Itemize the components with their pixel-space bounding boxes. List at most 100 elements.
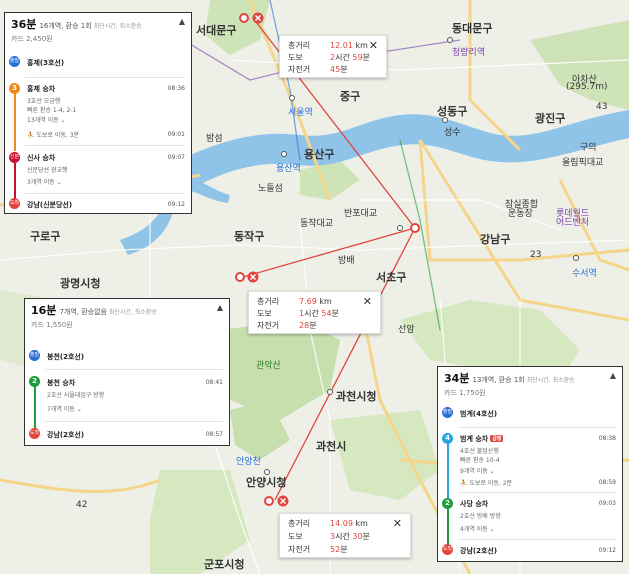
destination-pin-icon: 도착 xyxy=(29,428,40,439)
map-label-yongsanyeok[interactable]: 용산역 xyxy=(276,161,301,174)
map-label-olympic[interactable]: 올림픽대교 xyxy=(562,155,603,168)
map-label-hannam[interactable]: 동작대교 xyxy=(300,216,333,229)
caret-up-icon[interactable]: ▲ xyxy=(217,303,223,312)
walk-label: 도보 xyxy=(288,53,303,62)
caret-up-icon[interactable]: ▲ xyxy=(610,371,616,380)
walk-minutes: 30 xyxy=(352,532,363,541)
bike-value: 28 xyxy=(299,321,310,330)
destination-station: 강남(2호선) xyxy=(460,547,498,555)
distance-label: 총거리 xyxy=(257,297,280,306)
walk-hours-unit: 시간 xyxy=(335,53,353,62)
boarding-time: 08:36 xyxy=(167,85,185,92)
map-label-cheongnyangni[interactable]: 청량리역 xyxy=(452,45,485,58)
distance-popup: 총거리 7.69 km 도보 1시간 54분 자전거 28분 ✕ xyxy=(248,291,381,334)
arrival-time: 08:57 xyxy=(205,431,223,438)
map-label-seoyeon[interactable]: 선암 xyxy=(398,322,415,335)
distance-unit: km xyxy=(352,41,368,50)
map-label-yongsangu[interactable]: 용산구 xyxy=(304,146,334,162)
map-label-gwanaksan[interactable]: 관악산 xyxy=(256,358,281,371)
map-label-n43[interactable]: 43 xyxy=(596,102,607,112)
route-panel-bongcheon: 16분 7개역, 환승없음 최단시간, 최소환승 카드 1,550원 ▲ 출발 봉천… xyxy=(24,298,230,446)
walk-time: 08:59 xyxy=(598,479,616,486)
walk-hours-unit: 시간 xyxy=(335,532,353,541)
walk-minutes: 54 xyxy=(321,309,332,318)
direction: 3호선 오금행 xyxy=(27,98,61,105)
boarding-time: 08:38 xyxy=(598,435,616,442)
map-label-guui[interactable]: 구의 xyxy=(580,140,597,153)
boarding-station: 범계 승차 급행 xyxy=(460,435,504,443)
walk-transfer: ⛹ 도보로 이동, 3분 xyxy=(27,132,80,139)
start-station: 홍제(3호선) xyxy=(27,59,65,67)
stop-count-toggle[interactable]: 13개역 이동 ⌄ xyxy=(27,115,66,124)
close-icon[interactable]: ✕ xyxy=(363,295,372,308)
map-label-gwacheon[interactable]: 과천시청 xyxy=(336,388,376,404)
close-icon[interactable]: ✕ xyxy=(369,39,378,52)
route-duration: 16분 xyxy=(31,304,57,317)
map-label-dongdaemun[interactable]: 동대문구 xyxy=(452,20,492,36)
map-label-seochogu[interactable]: 서초구 xyxy=(376,269,406,285)
route-duration: 36분 xyxy=(11,18,37,31)
express-badge: 급행 xyxy=(490,435,504,442)
start-pin-icon: 출발 xyxy=(442,407,453,418)
distance-value: 7.69 xyxy=(299,297,317,306)
map-label-guro[interactable]: 구로구 xyxy=(30,228,60,244)
map-label-bangbae[interactable]: 방배 xyxy=(338,253,355,266)
destination-pin-icon: 도착 xyxy=(442,544,453,555)
distance-value: 14.09 xyxy=(330,519,353,528)
map-label-gwacheonsi[interactable]: 과천시 xyxy=(316,438,346,454)
map-label-gwangjingu[interactable]: 광진구 xyxy=(535,110,565,126)
map-label-seongdonggu[interactable]: 성동구 xyxy=(437,103,467,119)
map-label-seodaemun[interactable]: 서대문구 xyxy=(196,22,236,38)
map-label-dongjakgu[interactable]: 동작구 xyxy=(234,228,264,244)
map-label-achasan_h[interactable]: (295.7m) xyxy=(566,82,608,92)
map-label-seongsu[interactable]: 성수 xyxy=(444,125,461,138)
map-label-n23[interactable]: 23 xyxy=(530,250,541,260)
route-summary: 13개역, 환승 1회 xyxy=(472,376,525,384)
map-label-banpo[interactable]: 반포대교 xyxy=(344,206,377,219)
map-label-junggu[interactable]: 중구 xyxy=(340,88,360,104)
map-label-jamsilstadium2[interactable]: 운동장 xyxy=(508,206,533,219)
route-summary: 7개역, 환승없음 xyxy=(59,308,107,316)
direction: 신분당선 광교행 xyxy=(27,167,68,174)
direction: 2호선 서울대입구 방향 xyxy=(47,392,105,399)
boarding-station: 홍제 승차 xyxy=(27,85,56,93)
bike-label: 자전거 xyxy=(288,65,311,74)
line3-icon: 3 xyxy=(9,83,20,94)
walk-minutes: 59 xyxy=(352,53,363,62)
destination-station: 강남(신분당선) xyxy=(27,201,73,209)
map-label-seoulyeok[interactable]: 서울역 xyxy=(288,105,313,118)
map-label-anyang[interactable]: 안양시청 xyxy=(246,474,286,490)
close-icon[interactable]: ✕ xyxy=(393,517,402,530)
walk-label: 도보 xyxy=(257,309,272,318)
map-label-n42a[interactable]: 42 xyxy=(76,500,87,510)
caret-up-icon[interactable]: ▲ xyxy=(179,17,185,26)
walk-time: 09:01 xyxy=(167,131,185,138)
distance-label: 총거리 xyxy=(288,41,311,50)
distance-label: 총거리 xyxy=(288,519,311,528)
walk-minutes-unit: 분 xyxy=(362,532,370,541)
direction: 2호선 방배 방향 xyxy=(460,513,501,520)
route-fare: 카드 1,550원 xyxy=(31,321,73,329)
walk-minutes-unit: 분 xyxy=(331,309,339,318)
route-marker-icon xyxy=(410,223,420,233)
map-label-gangnamgu[interactable]: 강남구 xyxy=(480,231,510,247)
arrival-time: 09:12 xyxy=(598,547,616,554)
stop-count-toggle[interactable]: 4개역 이동 ⌄ xyxy=(460,524,495,533)
stop-count-toggle[interactable]: 7개역 이동 ⌄ xyxy=(47,404,82,413)
map-label-bamseom[interactable]: 밤섬 xyxy=(206,131,223,144)
map-label-lotteworld2[interactable]: 어드벤처 xyxy=(556,215,589,228)
transfer-station: 사당 승차 xyxy=(460,500,489,508)
map-label-sanbon[interactable]: 군포시청 xyxy=(204,556,244,572)
map-label-anyangsan[interactable]: 안양천 xyxy=(236,454,261,467)
walk-icon: ⛹ xyxy=(27,132,37,139)
bike-label: 자전거 xyxy=(288,545,311,554)
stop-count-toggle[interactable]: 9개역 이동 ⌄ xyxy=(460,466,495,475)
map-label-nodeulseom[interactable]: 노들섬 xyxy=(258,181,283,194)
map-label-susuh[interactable]: 수서역 xyxy=(572,266,597,279)
transfer-time: 09:07 xyxy=(167,154,185,161)
map-label-gwangmyeong[interactable]: 광명시청 xyxy=(60,275,100,291)
direction: 4호선 불암산행 xyxy=(460,448,499,455)
stop-count-toggle[interactable]: 3개역 이동 ⌄ xyxy=(27,177,62,186)
route-panel-beomgye: 34분 13개역, 환승 1회 최단시간, 최소환승 카드 1,750원 ▲ 출발 … xyxy=(437,366,623,562)
sinbundang-icon: 신분 xyxy=(9,152,20,163)
